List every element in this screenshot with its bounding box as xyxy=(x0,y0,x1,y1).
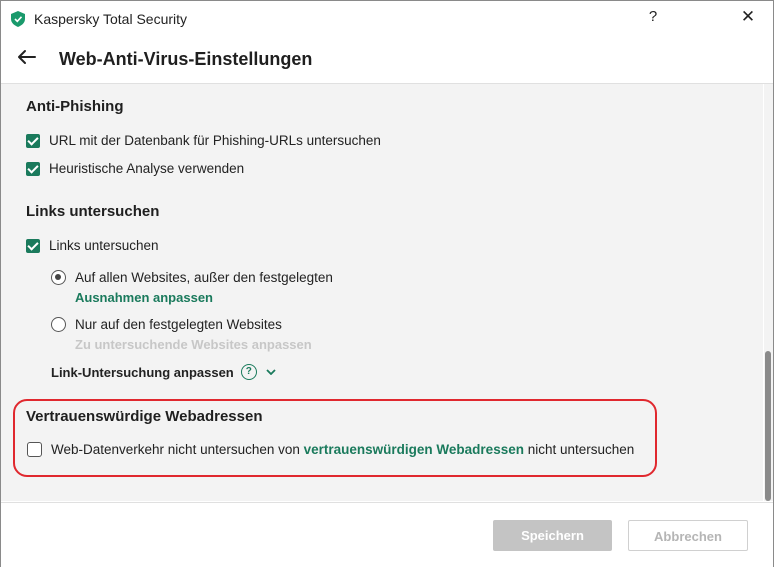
checkbox-checked[interactable] xyxy=(26,161,40,176)
help-button[interactable]: ? xyxy=(643,8,663,25)
section-title-anti-phishing: Anti-Phishing xyxy=(26,98,124,115)
save-button[interactable]: Speichern xyxy=(493,520,612,551)
highlight-box xyxy=(13,399,657,477)
footer-bar: Speichern Abbrechen xyxy=(1,502,773,567)
app-title: Kaspersky Total Security xyxy=(34,11,188,27)
checkbox-label: Links untersuchen xyxy=(49,238,159,253)
checkbox-label: Heuristische Analyse verwenden xyxy=(49,161,245,176)
settings-window: Kaspersky Total Security ? ✕ Web-Anti-Vi… xyxy=(0,0,774,567)
radio-label: Auf allen Websites, außer den festgelegt… xyxy=(75,270,333,285)
link-scan-customize-label[interactable]: Link-Untersuchung anpassen xyxy=(51,365,234,380)
radio-selected[interactable] xyxy=(51,270,66,285)
checkbox-phishing-database[interactable]: URL mit der Datenbank für Phishing-URLs … xyxy=(26,133,381,148)
cancel-button[interactable]: Abbrechen xyxy=(628,520,748,551)
question-circle-icon[interactable]: ? xyxy=(240,364,257,380)
radio-specified-websites[interactable]: Nur auf den festgelegten Websites xyxy=(51,317,282,332)
title-bar: Kaspersky Total Security ? ✕ xyxy=(1,1,773,37)
checkbox-checked[interactable] xyxy=(26,238,40,253)
back-arrow-icon[interactable] xyxy=(15,47,39,67)
link-adjust-exclusions[interactable]: Ausnahmen anpassen xyxy=(75,290,213,305)
scrollbar-thumb[interactable] xyxy=(765,351,771,501)
kaspersky-shield-icon xyxy=(11,11,25,27)
checkbox-label: URL mit der Datenbank für Phishing-URLs … xyxy=(49,133,381,148)
checkbox-heuristic-analysis[interactable]: Heuristische Analyse verwenden xyxy=(26,161,244,176)
radio-label: Nur auf den festgelegten Websites xyxy=(75,317,282,332)
link-adjust-websites-disabled: Zu untersuchende Websites anpassen xyxy=(75,337,312,352)
checkbox-checked[interactable] xyxy=(26,133,40,148)
page-header: Web-Anti-Virus-Einstellungen xyxy=(1,37,773,84)
radio-unselected[interactable] xyxy=(51,317,66,332)
checkbox-scan-links[interactable]: Links untersuchen xyxy=(26,238,159,253)
section-title-links: Links untersuchen xyxy=(26,203,160,220)
link-scan-customize[interactable]: Link-Untersuchung anpassen ? xyxy=(51,364,276,380)
radio-all-websites[interactable]: Auf allen Websites, außer den festgelegt… xyxy=(51,270,333,285)
chevron-down-icon[interactable] xyxy=(266,369,276,375)
page-title: Web-Anti-Virus-Einstellungen xyxy=(59,49,313,69)
close-button[interactable]: ✕ xyxy=(737,7,759,27)
